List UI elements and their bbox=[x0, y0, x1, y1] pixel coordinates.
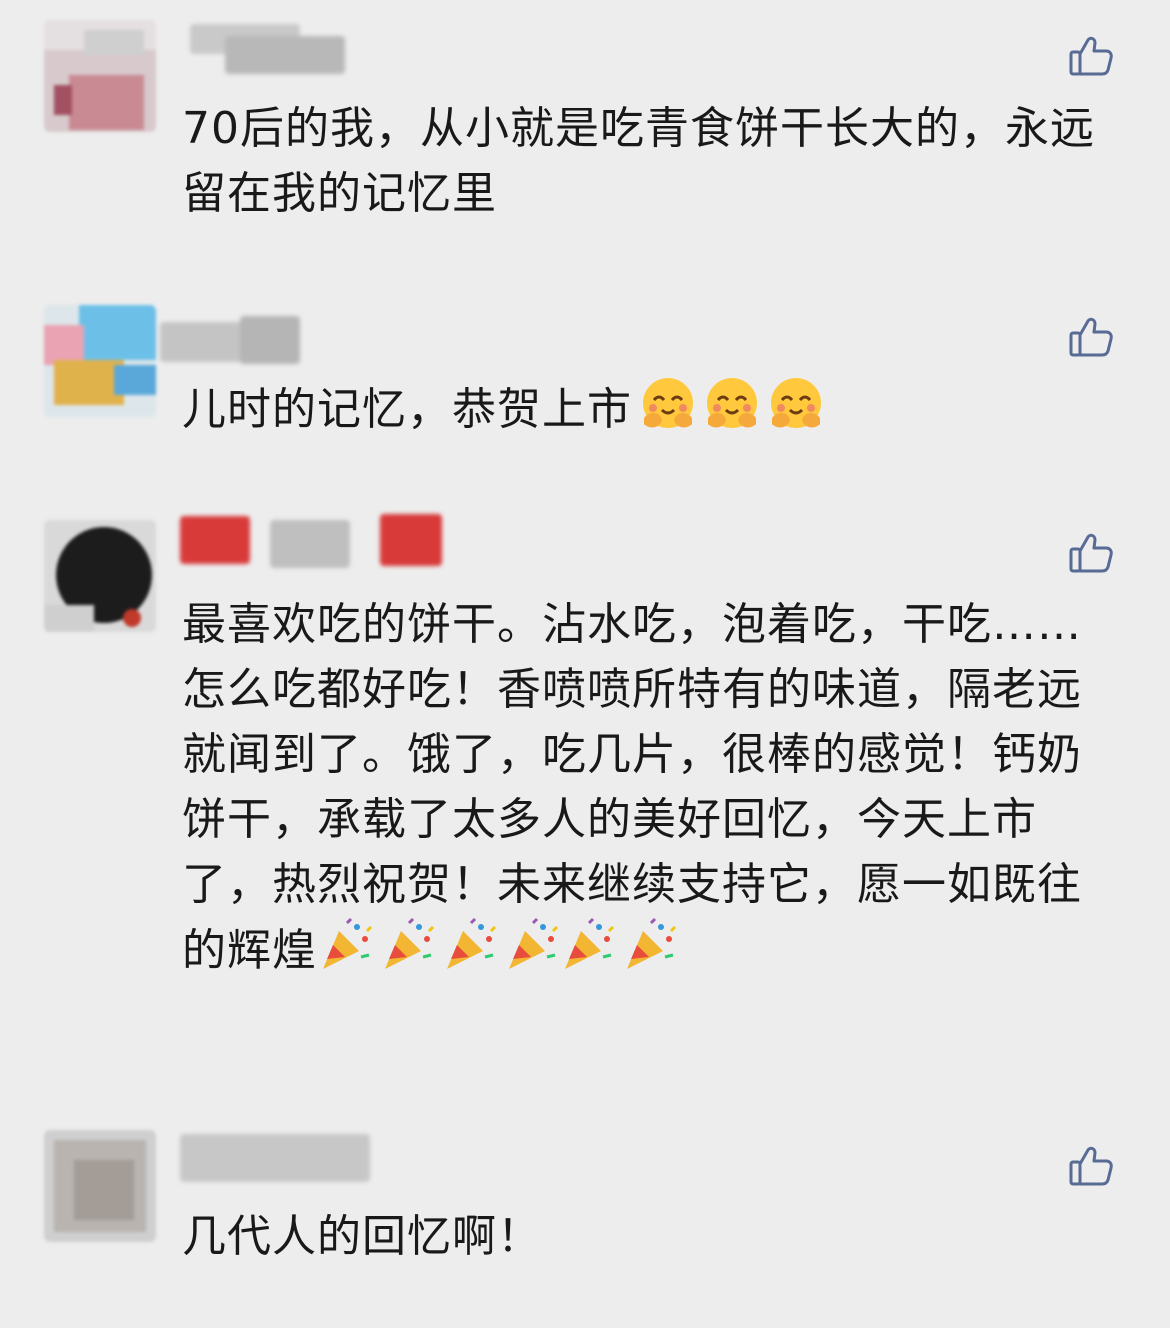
thumbs-up-icon[interactable] bbox=[1068, 1142, 1114, 1188]
avatar[interactable] bbox=[44, 305, 156, 417]
thumbs-up-icon[interactable] bbox=[1068, 32, 1114, 78]
party-popper-emoji bbox=[441, 917, 497, 973]
avatar[interactable] bbox=[44, 520, 156, 632]
party-popper-emoji bbox=[379, 917, 435, 973]
nickname-redacted[interactable] bbox=[180, 512, 460, 582]
hugging-face-emoji bbox=[768, 376, 824, 432]
hugging-face-emoji bbox=[640, 376, 696, 432]
avatar-image bbox=[44, 520, 156, 632]
comment-text: 儿时的记忆，恭贺上市 bbox=[182, 376, 1102, 442]
thumbs-up-icon[interactable] bbox=[1068, 529, 1114, 575]
nickname-redacted[interactable] bbox=[160, 312, 460, 382]
comment-text-content: 70后的我，从小就是吃青食饼干长大的，永远留在我的记忆里 bbox=[182, 103, 1095, 219]
comment-text-content: 几代人的回忆啊！ bbox=[182, 1211, 542, 1262]
avatar[interactable] bbox=[44, 1130, 156, 1242]
party-popper-emoji bbox=[503, 917, 559, 973]
avatar-image bbox=[44, 20, 156, 132]
comment-text: 几代人的回忆啊！ bbox=[182, 1204, 1102, 1269]
nickname-redacted[interactable] bbox=[180, 16, 460, 86]
comment-text-content: 儿时的记忆，恭贺上市 bbox=[182, 384, 632, 435]
avatar-image bbox=[44, 1130, 156, 1242]
nickname-redacted[interactable] bbox=[180, 1122, 460, 1192]
thumbs-up-icon[interactable] bbox=[1068, 313, 1114, 359]
party-popper-emoji bbox=[621, 917, 677, 973]
comment-text: 最喜欢吃的饼干。沾水吃，泡着吃，干吃……怎么吃都好吃！香喷喷所特有的味道，隔老远… bbox=[182, 592, 1102, 983]
party-popper-emoji bbox=[317, 917, 373, 973]
party-popper-emoji bbox=[559, 917, 615, 973]
hugging-face-emoji bbox=[704, 376, 760, 432]
avatar-image bbox=[44, 305, 156, 417]
avatar[interactable] bbox=[44, 20, 156, 132]
comment-text: 70后的我，从小就是吃青食饼干长大的，永远留在我的记忆里 bbox=[182, 96, 1102, 226]
